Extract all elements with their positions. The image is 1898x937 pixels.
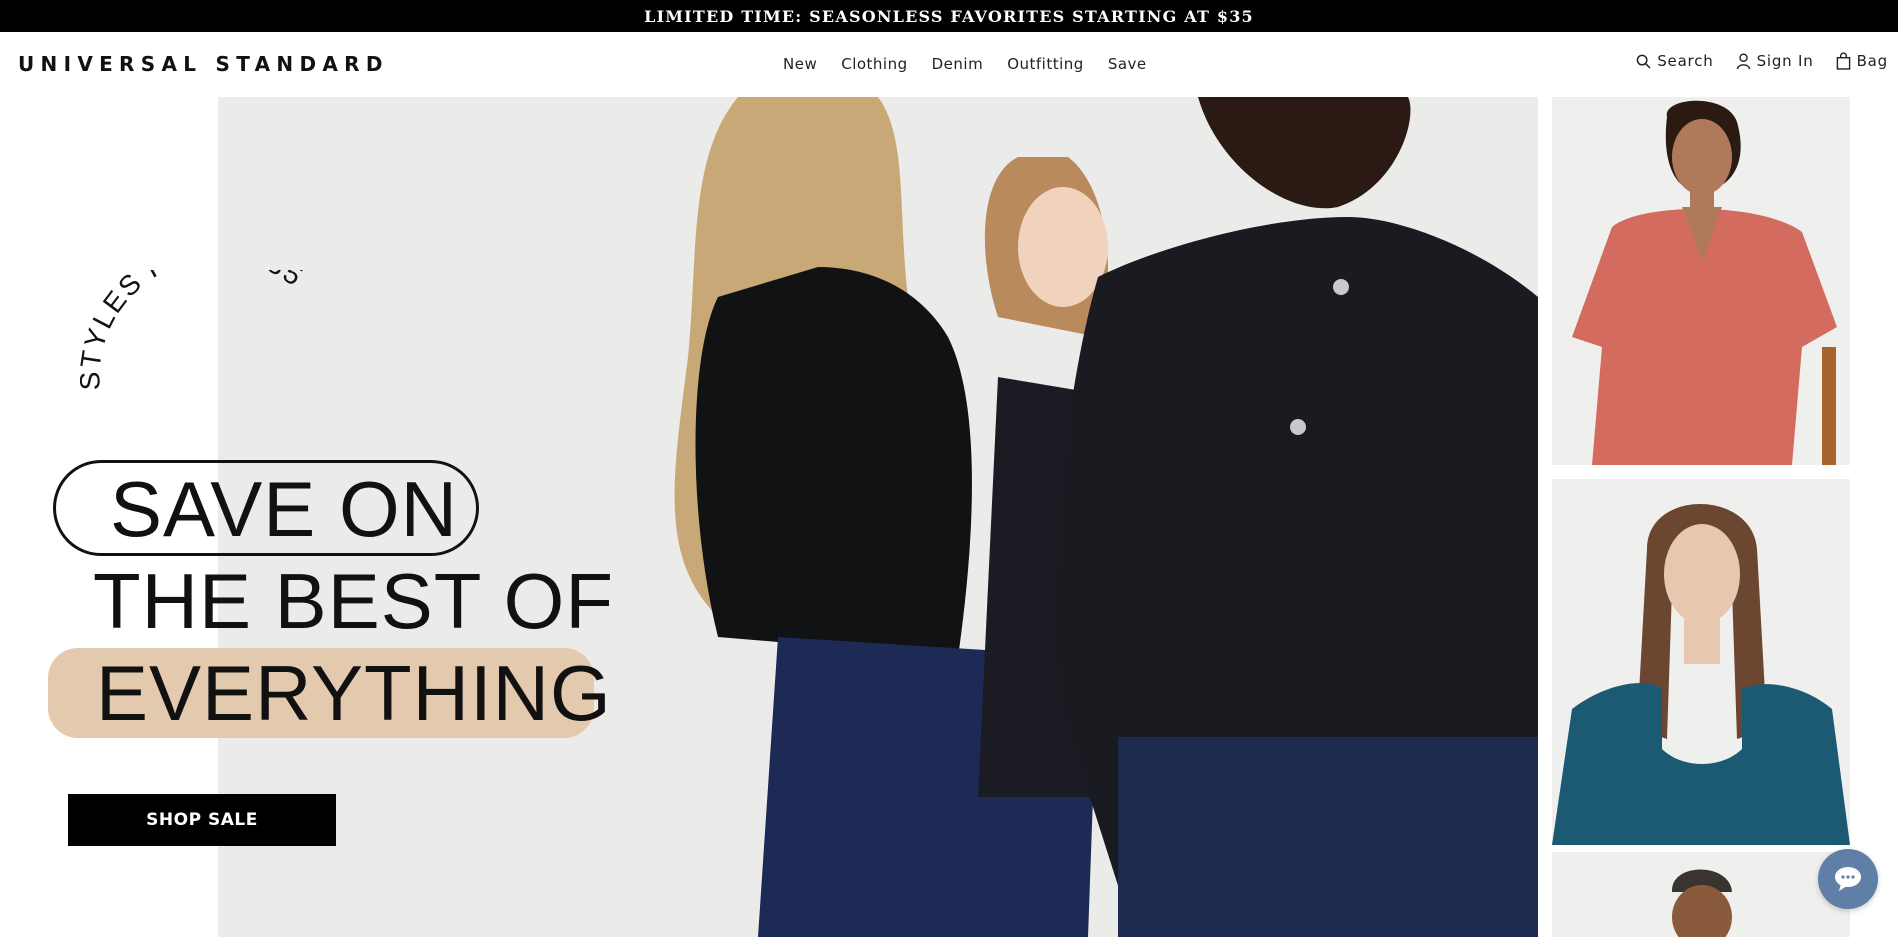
thumbnail-photo (1552, 97, 1850, 465)
nav-item-save[interactable]: Save (1108, 55, 1147, 73)
search-label: Search (1657, 52, 1714, 70)
chat-icon (1835, 867, 1861, 891)
shop-sale-button[interactable]: SHOP SALE (68, 794, 336, 846)
product-thumbnail-teal-top[interactable] (1552, 479, 1850, 845)
nav-item-denim[interactable]: Denim (932, 55, 984, 73)
nav-item-new[interactable]: New (783, 55, 817, 73)
logo[interactable]: UNIVERSAL STANDARD (18, 52, 389, 76)
headline-line-3: EVERYTHING (96, 649, 612, 737)
bag-label: Bag (1856, 52, 1888, 70)
thumbnail-photo (1552, 479, 1850, 845)
product-thumbnail-third[interactable] (1552, 852, 1850, 937)
header-utilities: Search Sign In Bag (1614, 52, 1888, 70)
headline-line-1: SAVE ON (110, 465, 458, 553)
nav-item-clothing[interactable]: Clothing (841, 55, 907, 73)
arc-text: STYLES FROM $35 (80, 270, 310, 391)
thumbnail-photo (1552, 852, 1850, 937)
main-nav: New Clothing Denim Outfitting Save (783, 55, 1171, 73)
search-icon (1636, 54, 1651, 68)
search-button[interactable]: Search (1636, 52, 1713, 70)
sign-in-button[interactable]: Sign In (1736, 52, 1814, 70)
bag-button[interactable]: Bag (1836, 52, 1888, 70)
svg-text:STYLES FROM $35: STYLES FROM $35 (80, 270, 310, 391)
product-thumbnail-coral-top[interactable] (1552, 97, 1850, 465)
promo-banner[interactable]: LIMITED TIME: SEASONLESS FAVORITES START… (0, 0, 1898, 32)
chat-button[interactable] (1818, 849, 1878, 909)
promo-text: LIMITED TIME: SEASONLESS FAVORITES START… (644, 6, 1254, 26)
bag-icon (1836, 52, 1850, 70)
site-header: UNIVERSAL STANDARD New Clothing Denim Ou… (0, 32, 1898, 97)
nav-item-outfitting[interactable]: Outfitting (1007, 55, 1084, 73)
headline-line-2: THE BEST OF (93, 557, 614, 645)
sign-in-label: Sign In (1756, 52, 1814, 70)
user-icon (1736, 52, 1750, 69)
arc-text-label: STYLES FROM $35 (80, 270, 308, 391)
